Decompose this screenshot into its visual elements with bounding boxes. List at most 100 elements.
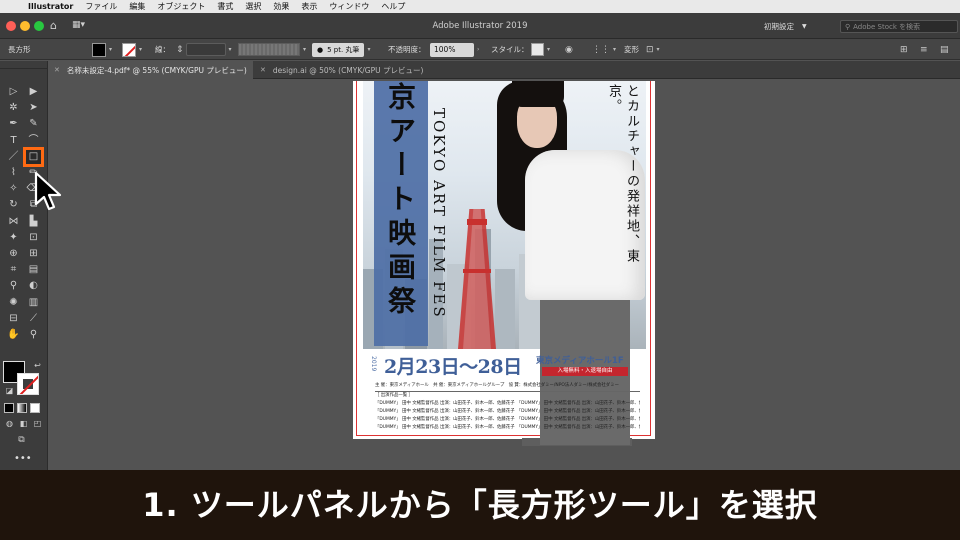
poster-subtitle: TOKYO ART FILM FES [430, 108, 448, 319]
lasso-tool-icon[interactable]: ➤ [26, 101, 41, 115]
edit-toolbar-icon[interactable]: ••• [14, 453, 32, 464]
column-graph-tool-icon[interactable]: ▥ [26, 296, 41, 310]
menu-help[interactable]: ヘルプ [375, 0, 411, 13]
blend-tool-icon[interactable]: ◐ [26, 279, 41, 293]
workspace-switcher[interactable]: 初期設定 ▼ [764, 20, 807, 33]
credits-row: 「DUMMY」 田中 文緒監督作品 出演：山田花子、鈴木一郎、佐藤花子 「DUM… [375, 409, 640, 414]
slice-tool-icon[interactable]: ⟋ [26, 312, 41, 326]
symbol-sprayer-tool-icon[interactable]: ✺ [6, 296, 21, 310]
stock-search-placeholder: Adobe Stock を検索 [853, 22, 921, 31]
stroke-weight-label: 線： [155, 45, 170, 54]
brush-name: 5 pt. 丸筆 [327, 45, 360, 54]
menu-file[interactable]: ファイル [79, 0, 123, 13]
poster-date-block: 2019 2月23日～28日 東京メディアホール1F 入場無料・入退場自由 [370, 352, 640, 380]
menu-object[interactable]: オブジェクト [151, 0, 211, 13]
width-tool-icon[interactable]: ⋈ [6, 215, 21, 229]
menu-app-name[interactable]: Illustrator [22, 0, 79, 13]
panel-grip[interactable] [0, 61, 48, 69]
model-bangs [512, 81, 564, 107]
align-options-icon[interactable]: ⋮⋮ ▾ [592, 39, 616, 60]
stroke-color-swatch[interactable]: ▾ [122, 39, 142, 60]
draw-normal-icon[interactable]: ◍ [2, 417, 17, 431]
poster-admission-badge: 入場無料・入退場自由 [542, 367, 628, 376]
credits-row: 「DUMMY」 田中 文緒監督作品 出演：山田花子、鈴木一郎、佐藤花子 「DUM… [375, 417, 640, 422]
paintbrush-tool-icon[interactable]: ⌇ [6, 166, 21, 180]
isolate-object-icon[interactable]: ⊡ ▾ [646, 39, 660, 60]
selected-object-type: 長方形 [8, 45, 31, 54]
search-icon: ⚲ [845, 22, 851, 31]
tutorial-caption: 1. ツールパネルから「長方形ツール」を選択 [0, 470, 960, 540]
tab-document-2[interactable]: ✕ design.ai @ 50% (CMYK/GPU プレビュー) [254, 61, 434, 79]
poster-dates: 2月23日～28日 [384, 356, 522, 378]
tools-panel: ▷ ▶ ✲ ➤ ✒ ✎ T ⌒ ／ □ ⌇ ✏ ✧ ⌫ ↻ ⧉ ⋈ ▙ ✦ ⊡ ⊕ ⊞ ⌗ ▤ ⚲ ◐ ✺ ▥ ⊟ ⟋ ✋ ⚲ ↩ ◪ ◍ ◧… [0, 61, 48, 471]
arc-tool-icon[interactable]: ⌒ [26, 134, 41, 148]
eyedropper-tool-icon[interactable]: ⚲ [6, 279, 21, 293]
direct-selection-tool-icon[interactable]: ▶ [26, 85, 41, 99]
poster-venue: 東京メディアホール1F [536, 356, 624, 366]
credits-row: 「DUMMY」 田中 文緒監督作品 出演：山田花子、鈴木一郎、佐藤花子 「DUM… [375, 425, 640, 430]
brush-definition[interactable]: ● 5 pt. 丸筆 ▾ [312, 39, 370, 60]
style-label: スタイル： [491, 45, 529, 54]
menu-type[interactable]: 書式 [211, 0, 239, 13]
color-mode-icon[interactable] [4, 403, 14, 413]
gradient-tool-icon[interactable]: ▤ [26, 263, 41, 277]
control-bar-options-icon[interactable]: ⊞ [900, 39, 908, 60]
panel-flyout-icon[interactable]: ▤ [940, 39, 949, 60]
puppet-warp-tool-icon[interactable]: ✦ [6, 231, 21, 245]
mouse-cursor-icon [34, 171, 62, 211]
close-icon[interactable]: ✕ [54, 66, 60, 74]
draw-behind-icon[interactable]: ◧ [16, 417, 31, 431]
credits-row: 「DUMMY」 田中 文緒監督作品 出演：山田花子、鈴木一郎、佐藤花子 「DUM… [375, 401, 640, 406]
adobe-stock-search[interactable]: ⚲ Adobe Stock を検索 [840, 20, 958, 33]
fill-color-swatch[interactable]: ▾ [92, 39, 112, 60]
curvature-tool-icon[interactable]: ✎ [26, 117, 41, 131]
blob-brush-tool-icon[interactable]: ✧ [6, 182, 21, 196]
control-bar: 長方形 ▾ ▾ 線： ⇕ ▾ ▾ ● 5 pt. 丸筆 ▾ 不透明度： 100% › ス… [0, 39, 960, 60]
line-tool-icon[interactable]: ／ [6, 150, 21, 164]
menu-edit[interactable]: 編集 [123, 0, 151, 13]
hand-tool-icon[interactable]: ✋ [6, 328, 21, 342]
tab-document-1[interactable]: ✕ 名称未設定-4.pdf* @ 55% (CMYK/GPU プレビュー) [48, 61, 253, 79]
rectangle-tool-icon[interactable]: □ [23, 146, 44, 167]
perspective-grid-tool-icon[interactable]: ⊞ [26, 247, 41, 261]
rotate-tool-icon[interactable]: ↻ [6, 198, 21, 212]
screen-mode-icon[interactable]: ⧉ [14, 433, 29, 447]
gradient-mode-icon[interactable] [17, 403, 27, 413]
stroke-color-box[interactable] [17, 373, 39, 395]
none-mode-icon[interactable] [30, 403, 40, 413]
swap-fill-stroke-icon[interactable]: ↩ [30, 359, 45, 373]
selection-tool-icon[interactable]: ▷ [6, 85, 21, 99]
panel-menu-icon[interactable]: ≡ [920, 39, 928, 60]
opacity-value[interactable]: 100% [430, 42, 474, 57]
draw-inside-icon[interactable]: ◰ [30, 417, 45, 431]
free-transform-tool-icon[interactable]: ⊡ [26, 231, 41, 245]
transform-label[interactable]: 変形 [624, 39, 639, 60]
close-icon[interactable]: ✕ [260, 66, 266, 74]
menu-effect[interactable]: 効果 [267, 0, 295, 13]
stroke-weight-field[interactable]: ⇕ ▾ [176, 39, 232, 60]
menu-select[interactable]: 選択 [239, 0, 267, 13]
title-bar: ⌂ ▦▾ Adobe Illustrator 2019 初期設定 ▼ ⚲ Ado… [0, 13, 960, 39]
document-tab-bar: ✕ 名称未設定-4.pdf* @ 55% (CMYK/GPU プレビュー) ✕ … [48, 61, 960, 79]
opacity-field[interactable]: 100% › [430, 39, 479, 60]
default-fill-stroke-icon[interactable]: ◪ [2, 384, 17, 398]
variable-width-profile[interactable]: ▾ [238, 39, 306, 60]
mesh-tool-icon[interactable]: ⌗ [6, 263, 21, 277]
pen-tool-icon[interactable]: ✒ [6, 117, 21, 131]
zoom-tool-icon[interactable]: ⚲ [26, 328, 41, 342]
menu-view[interactable]: 表示 [295, 0, 323, 13]
poster-tagline: とカルチャーの発祥地、東京。 [606, 84, 639, 264]
opacity-label[interactable]: 不透明度： [388, 39, 426, 60]
magic-wand-tool-icon[interactable]: ✲ [6, 101, 21, 115]
graphic-style-swatch[interactable]: ▾ [531, 39, 550, 60]
workspace-label: 初期設定 [764, 22, 794, 31]
poster-credits: 主 催：東京メディアホール 共 催：東京メディアホールグループ 協 賛：株式会社… [375, 382, 640, 432]
warp-tool-icon[interactable]: ▙ [26, 215, 41, 229]
artboard-tool-icon[interactable]: ⊟ [6, 312, 21, 326]
type-tool-icon[interactable]: T [6, 134, 21, 148]
menu-window[interactable]: ウィンドウ [323, 0, 375, 13]
mac-menubar: Illustrator ファイル 編集 オブジェクト 書式 選択 効果 表示 ウ… [0, 0, 960, 13]
screen: Illustrator ファイル 編集 オブジェクト 書式 選択 効果 表示 ウ… [0, 0, 960, 540]
shape-builder-tool-icon[interactable]: ⊕ [6, 247, 21, 261]
recolor-artwork-icon[interactable]: ◉ [565, 39, 573, 60]
